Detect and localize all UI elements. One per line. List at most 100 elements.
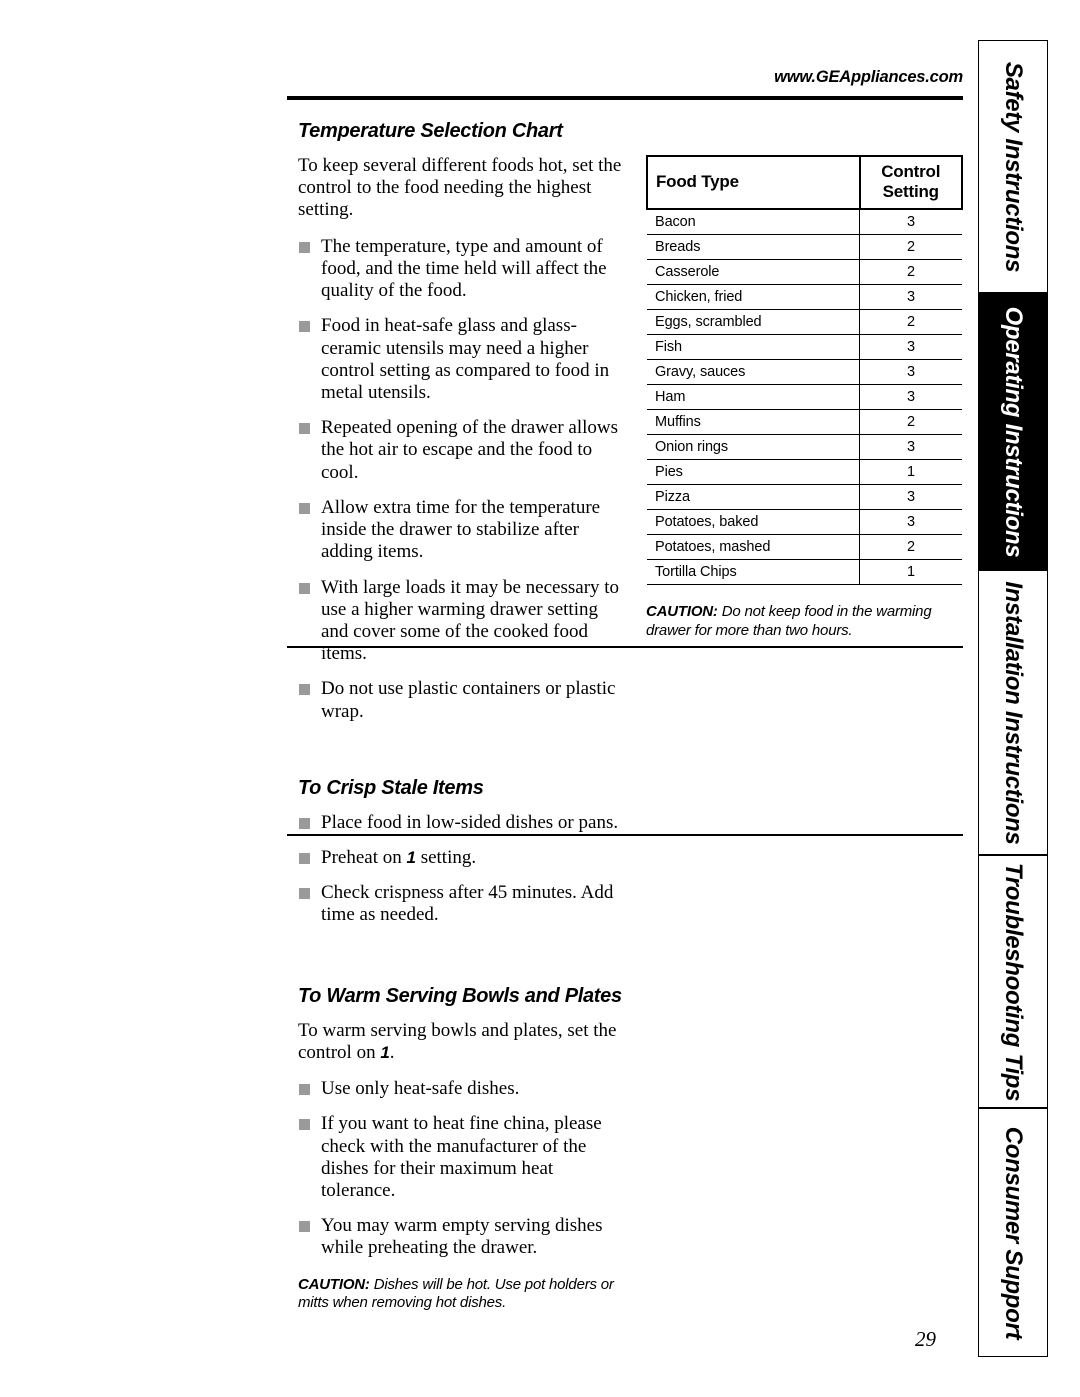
bullet-text: Do not use plastic containers or plastic… — [321, 678, 616, 722]
section-divider-rule-2 — [287, 834, 963, 836]
section-tab-strip: Safety Instructions Operating Instruction… — [978, 40, 1048, 1357]
bullet-square-icon — [299, 684, 310, 696]
bowls-bullet-item: Use only heat-safe dishes. — [298, 1078, 630, 1100]
bullet-text: Check crispness after 45 minutes. Add ti… — [321, 882, 614, 926]
cell-control-setting: 2 — [859, 259, 962, 285]
cell-food-type: Muffins — [647, 409, 860, 435]
cell-control-setting: 3 — [859, 434, 962, 460]
table-row: Casserole 2 — [647, 259, 962, 285]
temperature-bullet-item: The temperature, type and amount of food… — [298, 236, 630, 303]
bullet-text: Repeated opening of the drawer allows th… — [321, 417, 619, 483]
cell-food-type: Potatoes, baked — [647, 509, 860, 535]
site-url: www.GEAppliances.com — [774, 68, 963, 86]
section-tab-consumer-support[interactable]: Consumer Support — [978, 1108, 1048, 1357]
crisp-section-heading: To Crisp Stale Items — [298, 776, 484, 799]
temperature-section-heading: Temperature Selection Chart — [298, 120, 563, 142]
cell-food-type: Casserole — [647, 259, 860, 285]
cell-food-type: Eggs, scrambled — [647, 309, 860, 335]
bullet-text: With large loads it may be necessary to … — [321, 576, 620, 665]
cell-food-type: Breads — [647, 234, 860, 260]
bullet-square-icon — [299, 1119, 310, 1131]
bullet-square-icon — [299, 853, 310, 865]
cell-control-setting: 3 — [859, 334, 962, 360]
cell-control-setting: 3 — [859, 484, 962, 510]
table-row: Bacon 3 — [647, 209, 962, 235]
cell-food-type: Pizza — [647, 484, 860, 510]
bullet-square-icon — [299, 817, 310, 829]
crisp-bullet-list: Place food in low-sided dishes or pans. P… — [298, 812, 630, 927]
bowls-caution-note: CAUTION: Dishes will be hot. Use pot hol… — [298, 1276, 630, 1314]
bullet-square-icon — [299, 241, 310, 253]
section-tab-installation-instructions[interactable]: Installation Instructions — [978, 570, 1048, 855]
temperature-bullet-item: Repeated opening of the drawer allows th… — [298, 417, 630, 484]
table-row: Pizza 3 — [647, 484, 962, 510]
cell-control-setting: 2 — [859, 409, 962, 435]
bowls-bullet-item: If you want to heat fine china, please c… — [298, 1113, 630, 1202]
crisp-bullet-item: Check crispness after 45 minutes. Add ti… — [298, 882, 630, 926]
column-header-food-type: Food Type — [646, 155, 861, 210]
temperature-selection-table: Food Type Control Setting Bacon 3 Breads 2 C… — [646, 155, 963, 585]
bullet-square-icon — [299, 1221, 310, 1233]
temperature-bullet-item: Food in heat-safe glass and glass-cerami… — [298, 315, 630, 404]
column-header-control-setting: Control Setting — [858, 155, 963, 210]
cell-food-type: Chicken, fried — [647, 284, 860, 310]
table-caution-label: CAUTION: — [646, 603, 718, 620]
bullet-text: If you want to heat fine china, please c… — [321, 1113, 602, 1201]
cell-food-type: Pies — [647, 459, 860, 485]
table-row: Chicken, fried 3 — [647, 284, 962, 310]
cell-control-setting: 3 — [859, 284, 962, 310]
section-tab-label: Safety Instructions — [1000, 61, 1027, 272]
bullet-text-post: setting. — [415, 847, 477, 869]
bowls-intro-post: . — [389, 1041, 395, 1063]
bullet-square-icon — [299, 502, 310, 514]
table-row: Pies 1 — [647, 459, 962, 485]
bullet-square-icon — [299, 1084, 310, 1096]
cell-food-type: Onion rings — [647, 434, 860, 460]
cell-control-setting: 2 — [859, 234, 962, 260]
bullet-text: Place food in low-sided dishes or pans. — [321, 811, 619, 833]
section-tab-label: Consumer Support — [1000, 1126, 1027, 1339]
table-caution-note: CAUTION: Do not keep food in the warming… — [646, 603, 963, 641]
section-tab-troubleshooting-tips[interactable]: Troubleshooting Tips — [978, 855, 1048, 1108]
cell-food-type: Bacon — [647, 209, 860, 235]
temperature-bullet-item: Allow extra time for the temperature ins… — [298, 497, 630, 564]
table-row: Ham 3 — [647, 384, 962, 410]
bullet-text: You may warm empty serving dishes while … — [321, 1215, 603, 1259]
crisp-bullet-item: Preheat on 1 setting. — [298, 847, 630, 869]
table-header-row: Food Type Control Setting — [646, 155, 963, 210]
cell-control-setting: 3 — [859, 509, 962, 535]
cell-control-setting: 3 — [859, 359, 962, 385]
cell-food-type: Fish — [647, 334, 860, 360]
bullet-square-icon — [299, 321, 310, 333]
crisp-bullet-item: Place food in low-sided dishes or pans. — [298, 812, 630, 834]
left-content-column: Temperature Selection Chart To keep seve… — [298, 120, 630, 1328]
section-tab-label: Installation Instructions — [1000, 580, 1027, 845]
table-row: Eggs, scrambled 2 — [647, 309, 962, 335]
bullet-text: Preheat on — [321, 847, 407, 869]
table-row: Fish 3 — [647, 334, 962, 360]
temperature-intro-paragraph: To keep several different foods hot, set… — [298, 155, 622, 221]
bowls-intro-setting-value: 1 — [380, 1042, 390, 1062]
bullet-square-icon — [299, 888, 310, 900]
table-row: Muffins 2 — [647, 409, 962, 435]
bullet-text: Use only heat-safe dishes. — [321, 1078, 520, 1100]
cell-food-type: Potatoes, mashed — [647, 534, 860, 560]
bowls-caution-label: CAUTION: — [298, 1275, 370, 1293]
cell-control-setting: 2 — [859, 534, 962, 560]
temperature-bullet-item: With large loads it may be necessary to … — [298, 577, 630, 666]
temperature-bullet-list: The temperature, type and amount of food… — [298, 236, 630, 723]
bowls-bullet-item: You may warm empty serving dishes while … — [298, 1215, 630, 1259]
table-row: Breads 2 — [647, 234, 962, 260]
bowls-intro-paragraph: To warm serving bowls and plates, set th… — [298, 1020, 630, 1064]
section-tab-operating-instructions[interactable]: Operating Instructions — [978, 293, 1048, 570]
cell-control-setting: 1 — [859, 559, 962, 585]
table-row: Potatoes, mashed 2 — [647, 534, 962, 560]
cell-food-type: Ham — [647, 384, 860, 410]
cell-control-setting: 3 — [859, 384, 962, 410]
bullet-text: The temperature, type and amount of food… — [321, 235, 607, 302]
bullet-text: Food in heat-safe glass and glass-cerami… — [321, 315, 610, 403]
section-tab-safety-instructions[interactable]: Safety Instructions — [978, 40, 1048, 293]
table-row: Onion rings 3 — [647, 434, 962, 460]
section-tab-label: Troubleshooting Tips — [1000, 862, 1027, 1101]
bowls-bullet-list: Use only heat-safe dishes. If you want to… — [298, 1078, 630, 1260]
